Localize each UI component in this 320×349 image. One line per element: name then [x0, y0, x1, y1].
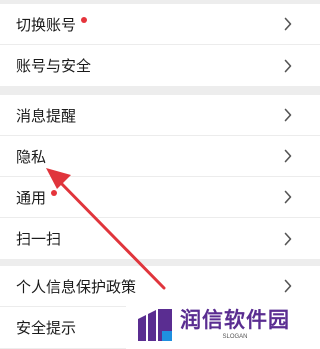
menu-item-privacy[interactable]: 隐私	[0, 136, 320, 177]
chevron-right-icon	[284, 17, 292, 31]
chevron-right-icon	[284, 149, 292, 163]
chevron-right-icon	[284, 190, 292, 204]
watermark-brand: 润信软件园 SLOGAN	[126, 301, 320, 349]
settings-group-general: 消息提醒 隐私 通用 扫一扫	[0, 95, 320, 259]
brand-name: 润信软件园	[180, 308, 290, 332]
menu-item-scan[interactable]: 扫一扫	[0, 218, 320, 259]
menu-item-label: 隐私	[16, 147, 47, 166]
chevron-right-icon	[284, 279, 292, 293]
badge-dot	[81, 17, 88, 23]
menu-item-label: 个人信息保护政策	[16, 277, 137, 296]
menu-item-label: 账号与安全	[16, 57, 92, 75]
settings-group-account: 切换账号 账号与安全	[0, 4, 320, 86]
menu-item-account-security[interactable]: 账号与安全	[0, 45, 320, 86]
brand-slogan: SLOGAN	[222, 334, 248, 340]
chevron-right-icon	[284, 59, 292, 72]
chevron-right-icon	[284, 108, 292, 122]
menu-item-notifications[interactable]: 消息提醒	[0, 95, 320, 136]
menu-item-label: 扫一扫	[16, 230, 62, 248]
badge-dot	[51, 190, 58, 196]
menu-item-label: 切换账号	[16, 15, 77, 34]
brand-logo-icon	[138, 309, 172, 341]
menu-item-label: 消息提醒	[16, 106, 77, 125]
menu-item-label: 安全提示	[16, 319, 77, 337]
menu-item-label: 通用	[16, 188, 47, 207]
chevron-right-icon	[284, 232, 292, 245]
menu-item-switch-account[interactable]: 切换账号	[0, 4, 320, 45]
menu-item-general[interactable]: 通用	[0, 177, 320, 218]
